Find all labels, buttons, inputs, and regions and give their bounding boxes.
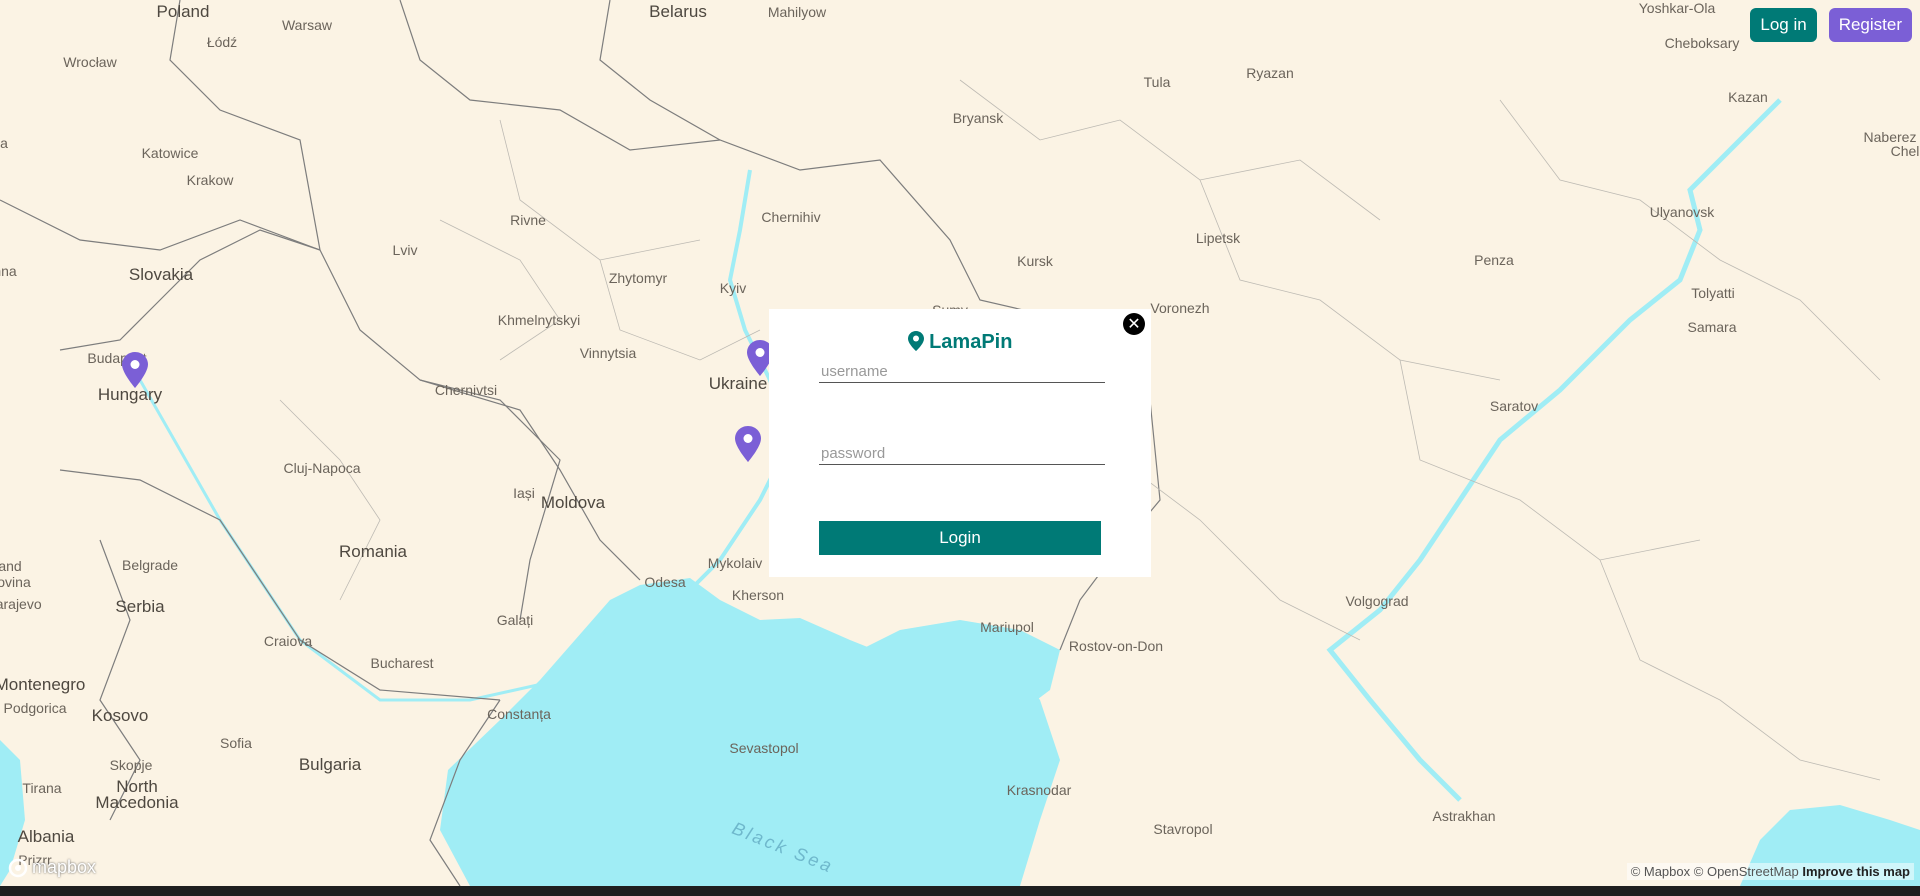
pin-budapest-icon[interactable] xyxy=(122,352,148,388)
map-label: Galați xyxy=(496,612,534,628)
map-label: Iași xyxy=(513,485,535,501)
map-label: Kherson xyxy=(731,587,785,603)
danube-river xyxy=(138,379,622,702)
map-label: Chel xyxy=(1890,143,1920,159)
map-label: Zhytomyr xyxy=(608,270,668,286)
map-label: Tolyatti xyxy=(1691,285,1735,301)
map-label: Poland xyxy=(156,2,210,21)
improve-map-link[interactable]: Improve this map xyxy=(1802,864,1910,879)
map-label: Mykolaiv xyxy=(707,555,763,571)
map-label: Constanța xyxy=(487,706,551,722)
login-modal: ✕ LamaPin Login xyxy=(769,309,1151,577)
pin-central-ukraine-icon[interactable] xyxy=(735,426,761,462)
map-label: Tula xyxy=(1143,74,1171,90)
auth-buttons: Log in Register xyxy=(1750,8,1912,42)
map-label: Albania xyxy=(17,827,75,846)
map-label: Bulgaria xyxy=(298,755,362,774)
map-label: Podgorica xyxy=(3,700,67,716)
map-label: a xyxy=(0,135,8,151)
map-label: Ulyanovsk xyxy=(1649,204,1715,220)
map-label: Kazan xyxy=(1728,89,1768,105)
login-button[interactable]: Log in xyxy=(1750,8,1817,42)
map-label: Rostov-on-Don xyxy=(1068,638,1164,654)
map-label: Belarus xyxy=(649,2,707,21)
map-label: Sevastopol xyxy=(729,740,799,756)
map-label: Slovakia xyxy=(128,265,194,284)
map-label: Belgrade xyxy=(121,557,179,573)
map-label: Cheboksary xyxy=(1664,35,1740,51)
register-button[interactable]: Register xyxy=(1828,8,1912,42)
map-label: Macedonia xyxy=(95,793,179,812)
map-label: Yoshkar-Ola xyxy=(1638,0,1716,16)
map-label: Sofia xyxy=(220,735,252,751)
map-label: Chernihiv xyxy=(761,209,821,225)
map-label: Romania xyxy=(338,542,408,561)
osm-credit[interactable]: © OpenStreetMap xyxy=(1694,864,1799,879)
map-label: Mahilyow xyxy=(767,4,827,20)
map-label: Astrakhan xyxy=(1432,808,1496,824)
password-input[interactable] xyxy=(819,443,1105,465)
map-label: Saratov xyxy=(1489,398,1539,414)
map-label: Łódź xyxy=(206,34,238,50)
map-label: Skopje xyxy=(109,757,153,773)
map-label: Samara xyxy=(1687,319,1737,335)
map-label: Serbia xyxy=(115,597,165,616)
map-label: Moldova xyxy=(540,493,606,512)
map-label: Krakow xyxy=(186,172,234,188)
map-label: ovina xyxy=(0,574,31,590)
map-label: Ryazan xyxy=(1246,65,1294,81)
map-label: and xyxy=(0,558,22,574)
map-label: Wrocław xyxy=(63,54,117,70)
map-label: Warsaw xyxy=(281,17,333,33)
bottom-bar xyxy=(0,886,1920,896)
map-label: Lviv xyxy=(392,242,418,258)
location-pin-icon xyxy=(907,331,924,351)
map-label: Mariupol xyxy=(980,619,1034,635)
map-label: Kyiv xyxy=(719,280,747,296)
username-input[interactable] xyxy=(819,361,1105,383)
mapbox-logo[interactable]: mapbox xyxy=(8,857,96,878)
map-label: Hungary xyxy=(97,385,163,404)
map-label: nna xyxy=(0,263,17,279)
map-label: Craiova xyxy=(263,633,313,649)
map-label: Odesa xyxy=(644,574,686,590)
map-label: Krasnodar xyxy=(1006,782,1072,798)
mapbox-icon xyxy=(8,858,28,877)
map-label: Penza xyxy=(1474,252,1514,268)
map-label: Cluj-Napoca xyxy=(283,460,361,476)
map-label: Voronezh xyxy=(1150,300,1210,316)
map-label: Ukraine xyxy=(708,374,768,393)
map-attribution: © Mapbox © OpenStreetMap Improve this ma… xyxy=(1626,863,1914,880)
map-canvas[interactable]: Poland Warsaw Belarus Mahilyow Łódź Wrocław Ka… xyxy=(0,0,1920,886)
map-label: Montenegro xyxy=(0,675,86,694)
map-label: Kursk xyxy=(1017,253,1053,269)
mapbox-credit[interactable]: © Mapbox xyxy=(1631,864,1690,879)
map-label: Kosovo xyxy=(91,706,149,725)
map-label: Stavropol xyxy=(1153,821,1213,837)
modal-title: LamaPin xyxy=(929,331,1013,353)
modal-brand: LamaPin xyxy=(769,331,1151,354)
map-label: Bucharest xyxy=(370,655,434,671)
map-label: Vinnytsia xyxy=(579,345,637,361)
map-label: Volgograd xyxy=(1345,593,1409,609)
map-label: Katowice xyxy=(141,145,199,161)
map-label: Tirana xyxy=(22,780,62,796)
map-label: Rivne xyxy=(510,212,546,228)
login-submit-button[interactable]: Login xyxy=(819,521,1101,555)
mapbox-logo-text: mapbox xyxy=(32,857,97,877)
map-label: Bryansk xyxy=(952,110,1004,126)
map-label: Sarajevo xyxy=(0,596,42,612)
map-label: Lipetsk xyxy=(1195,230,1241,246)
map-label: Chernivtsi xyxy=(434,382,498,398)
map-label: Khmelnytskyi xyxy=(497,312,581,328)
